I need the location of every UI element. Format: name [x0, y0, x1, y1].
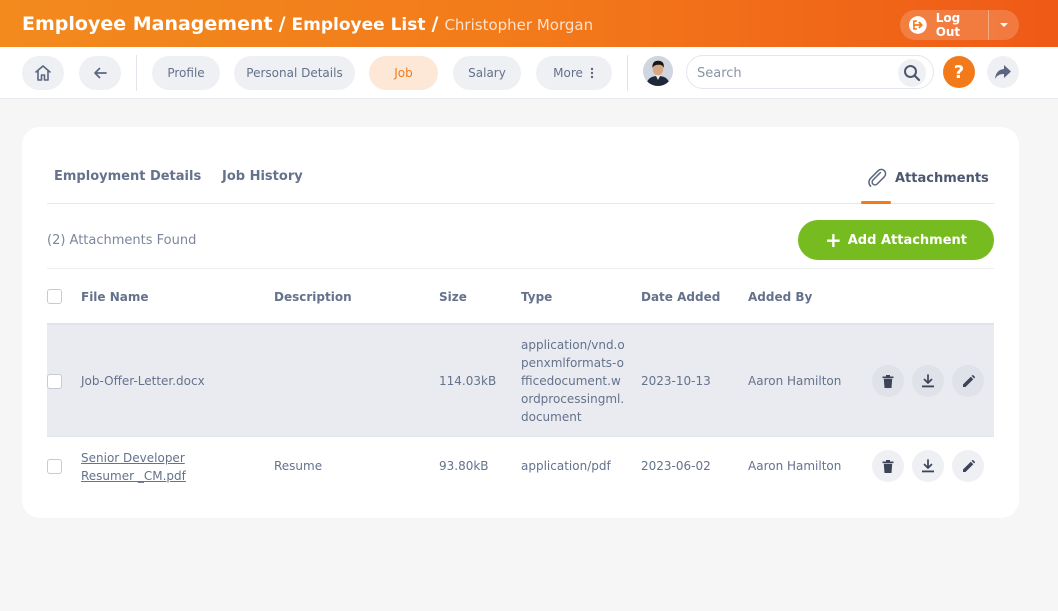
search-button[interactable] [898, 59, 926, 87]
column-description: Description [274, 290, 352, 304]
table-header: File Name Description Size Type Date Add… [47, 269, 994, 325]
breadcrumb-current-employee: Christopher Morgan [444, 15, 594, 34]
share-icon [995, 65, 1011, 79]
tab-job-history[interactable]: Job History [222, 169, 303, 184]
download-button[interactable] [912, 450, 944, 482]
trash-icon [882, 374, 894, 388]
tab-attachments-label: Attachments [895, 170, 989, 186]
description: Resume [274, 459, 323, 473]
column-size: Size [439, 290, 467, 304]
table-row[interactable]: Job-Offer-Letter.docx 114.03kB applicati… [47, 325, 994, 437]
logout-label: Log Out [935, 11, 961, 39]
nav-divider [136, 55, 137, 91]
caret-down-icon [1000, 23, 1008, 27]
date-added: 2023-06-02 [641, 459, 711, 473]
nav-bar: Profile Personal Details Job Salary More… [0, 47, 1058, 99]
file-name-link[interactable]: Senior Developer Resumer _CM.pdf [81, 449, 231, 485]
download-button[interactable] [912, 365, 944, 397]
add-attachment-button[interactable]: + Add Attachment [798, 220, 994, 260]
date-added: 2023-10-13 [641, 374, 711, 388]
pencil-icon [962, 459, 975, 472]
trash-icon [882, 459, 894, 473]
breadcrumb-employee-list[interactable]: Employee List [292, 15, 426, 35]
breadcrumb-separator: / [431, 12, 439, 35]
home-icon [35, 65, 51, 81]
tab-salary[interactable]: Salary [453, 56, 521, 90]
added-by: Aaron Hamilton [748, 374, 842, 388]
tab-personal-details[interactable]: Personal Details [234, 56, 355, 90]
add-attachment-label: Add Attachment [847, 232, 968, 248]
select-all-checkbox[interactable] [47, 289, 62, 304]
nav-divider [627, 55, 628, 91]
logout-dropdown-button[interactable] [989, 10, 1019, 40]
edit-button[interactable] [952, 365, 984, 397]
added-by: Aaron Hamilton [748, 459, 842, 473]
top-header: Employee Management / Employee List / Ch… [0, 0, 1058, 47]
table-row[interactable]: Senior Developer Resumer _CM.pdf Resume … [47, 437, 994, 495]
search-box [686, 55, 934, 89]
avatar[interactable] [643, 56, 673, 86]
tab-profile[interactable]: Profile [152, 56, 220, 90]
download-icon [922, 459, 934, 473]
home-button[interactable] [22, 56, 64, 90]
tab-more-label: More [553, 66, 583, 80]
row-checkbox[interactable] [47, 459, 62, 474]
delete-button[interactable] [872, 365, 904, 397]
logout-group: Log Out [900, 10, 1019, 40]
user-avatar-icon [643, 56, 673, 86]
help-button[interactable]: ? [943, 56, 975, 88]
vertical-dots-icon [590, 67, 594, 79]
download-icon [922, 374, 934, 388]
breadcrumb: Employee Management / Employee List / Ch… [22, 13, 593, 35]
column-date-added: Date Added [641, 290, 721, 304]
tab-employment-details[interactable]: Employment Details [54, 169, 201, 184]
file-type: application/vnd.openxmlformats-officedoc… [521, 338, 625, 424]
search-input[interactable] [697, 62, 897, 84]
share-button[interactable] [987, 56, 1019, 88]
back-button[interactable] [79, 56, 121, 90]
tab-more[interactable]: More [536, 56, 612, 90]
edit-button[interactable] [952, 450, 984, 482]
arrow-left-icon [94, 67, 107, 79]
tab-attachments[interactable]: Attachments [866, 167, 989, 189]
column-file-name: File Name [81, 290, 149, 304]
job-attachments-card: Employment Details Job History Attachmen… [22, 127, 1019, 518]
logout-icon [908, 16, 927, 34]
file-size: 114.03kB [439, 374, 497, 388]
delete-button[interactable] [872, 450, 904, 482]
breadcrumb-separator: / [278, 12, 286, 35]
search-icon [904, 65, 921, 82]
paperclip-icon [868, 168, 887, 187]
plus-icon: + [824, 228, 842, 252]
attachments-count: (2) Attachments Found [47, 233, 197, 248]
pencil-icon [962, 374, 975, 387]
breadcrumb-employee-management[interactable]: Employee Management [22, 13, 273, 35]
active-tab-indicator [861, 201, 891, 204]
column-type: Type [521, 290, 553, 304]
file-type: application/pdf [521, 459, 611, 473]
row-checkbox[interactable] [47, 374, 62, 389]
tab-job[interactable]: Job [369, 56, 438, 90]
logout-button[interactable]: Log Out [900, 10, 988, 40]
job-subtabs: Employment Details Job History Attachmen… [47, 127, 994, 204]
file-size: 93.80kB [439, 459, 489, 473]
column-added-by: Added By [748, 290, 813, 304]
file-name[interactable]: Job-Offer-Letter.docx [81, 374, 205, 388]
